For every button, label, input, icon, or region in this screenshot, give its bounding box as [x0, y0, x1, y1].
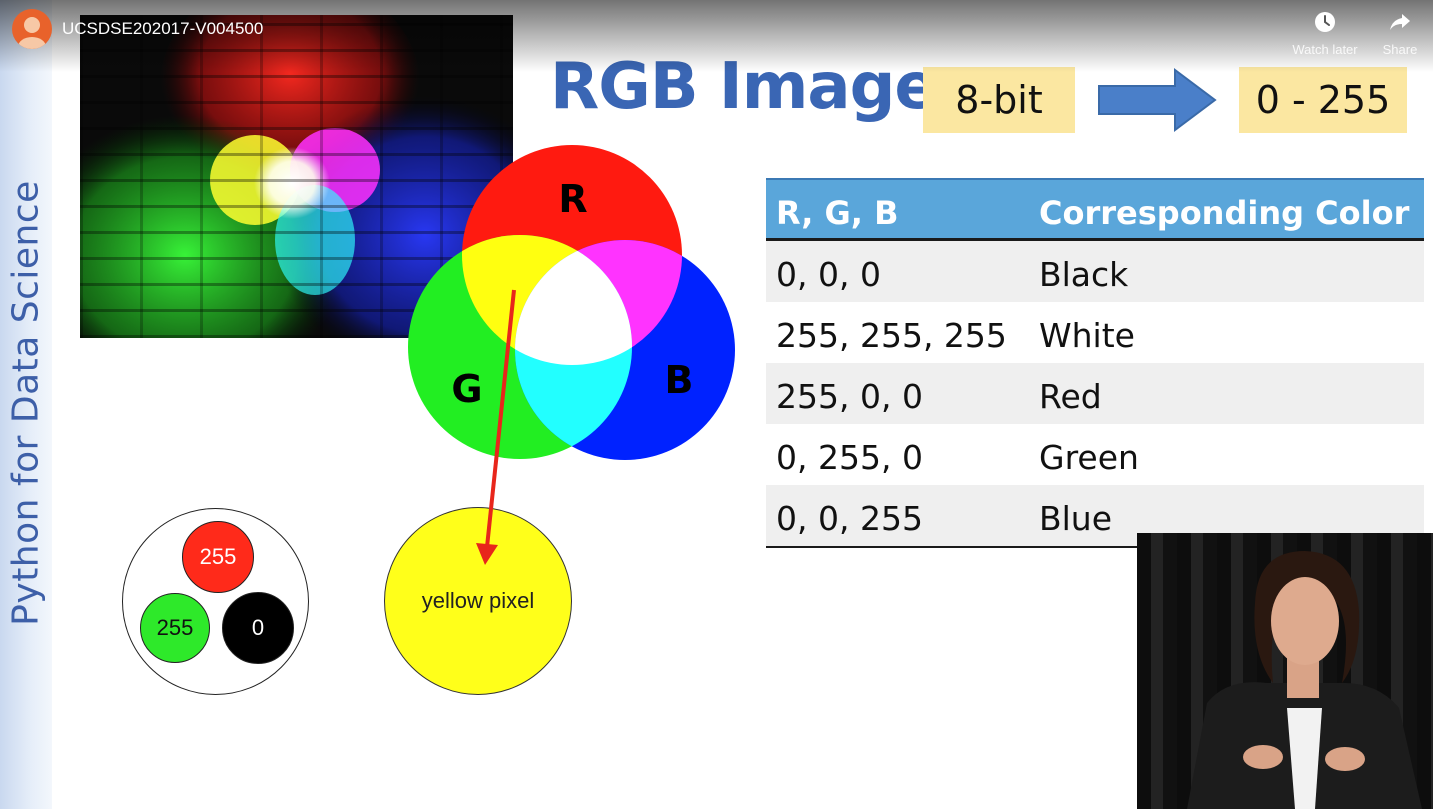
rgb-color-table: R, G, B Corresponding Color 0, 0, 0 Blac…	[766, 178, 1424, 548]
table-cell-rgb: 255, 0, 0	[776, 377, 923, 416]
table-header-rgb: R, G, B	[776, 194, 899, 232]
watch-later-button[interactable]: Watch later	[1290, 10, 1360, 57]
table-cell-color: Black	[1039, 255, 1129, 294]
table-row: 255, 0, 0 Red	[766, 363, 1424, 424]
bit-depth-tag: 8-bit	[923, 67, 1075, 133]
slide-canvas: Python for Data Science RGB Images 8-bit…	[0, 0, 1433, 809]
right-arrow-icon	[1098, 68, 1217, 132]
rgb-venn-diagram: R G B	[408, 145, 735, 460]
yellow-pixel-label: yellow pixel	[421, 588, 535, 613]
table-cell-color: Blue	[1039, 499, 1113, 538]
table-cell-rgb: 255, 255, 255	[776, 316, 1007, 355]
presenter-figure	[1187, 551, 1422, 809]
share-label: Share	[1382, 42, 1418, 57]
watch-later-label: Watch later	[1292, 42, 1358, 57]
video-title-link[interactable]: UCSDSE202017-V004500	[62, 19, 263, 39]
red-pointer-arrow-icon	[476, 289, 516, 565]
table-cell-color: White	[1039, 316, 1135, 355]
table-cell-color: Green	[1039, 438, 1139, 477]
clock-icon	[1315, 12, 1335, 32]
user-avatar-icon	[18, 17, 46, 49]
venn-label-r: R	[558, 177, 587, 221]
green-channel-value: 255	[140, 593, 210, 663]
share-button[interactable]: Share	[1365, 10, 1433, 57]
table-header-color: Corresponding Color	[1039, 194, 1410, 232]
table-cell-rgb: 0, 0, 0	[776, 255, 881, 294]
table-header: R, G, B Corresponding Color	[766, 178, 1424, 241]
table-cell-color: Red	[1039, 377, 1102, 416]
table-row: 0, 255, 0 Green	[766, 424, 1424, 485]
venn-label-b: B	[665, 358, 694, 402]
share-arrow-icon	[1390, 14, 1410, 30]
table-cell-rgb: 0, 0, 255	[776, 499, 923, 538]
table-row: 0, 0, 0 Black	[766, 241, 1424, 302]
channel-avatar[interactable]	[12, 9, 52, 49]
table-row: 255, 255, 255 White	[766, 302, 1424, 363]
table-cell-rgb: 0, 255, 0	[776, 438, 923, 477]
red-channel-value: 255	[182, 521, 254, 593]
value-range-tag: 0 - 255	[1239, 67, 1407, 133]
presenter-video	[1137, 533, 1433, 809]
course-side-title: Python for Data Science	[5, 180, 47, 626]
blue-channel-value: 0	[222, 592, 294, 664]
